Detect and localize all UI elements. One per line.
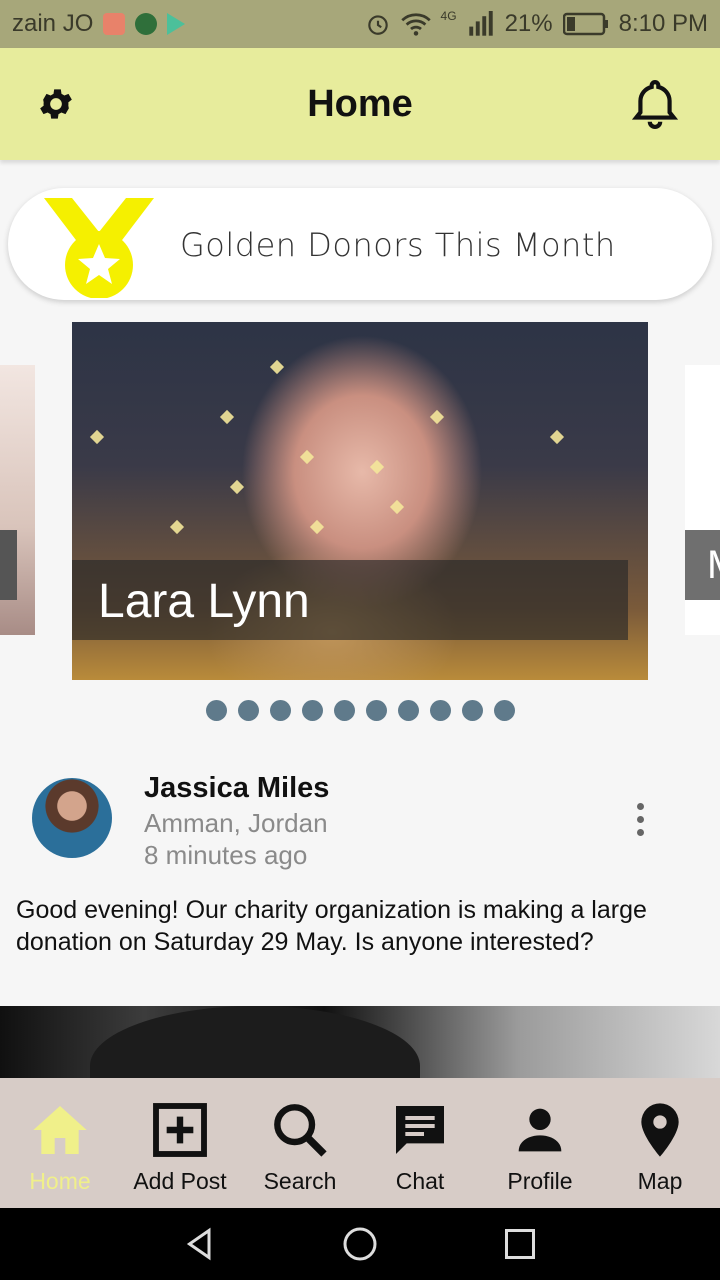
nav-search[interactable]: Search — [240, 1078, 360, 1208]
nav-map-label: Map — [637, 1168, 683, 1194]
nav-map[interactable]: Map — [600, 1078, 720, 1208]
map-pin-icon — [641, 1103, 679, 1157]
post-text: Good evening! Our charity organization i… — [16, 896, 647, 956]
carousel-indicator — [206, 700, 515, 721]
recent-apps-icon[interactable] — [502, 1226, 538, 1262]
nav-profile-label: Profile — [507, 1168, 573, 1194]
nav-profile[interactable]: Profile — [480, 1078, 600, 1208]
golden-donors-banner[interactable]: Golden Donors This Month — [8, 188, 712, 300]
mail-notification-icon — [103, 13, 126, 35]
carousel-card-next[interactable]: M — [685, 365, 720, 635]
nav-chat[interactable]: Chat — [360, 1078, 480, 1208]
donor-name-band: Lara Lynn — [72, 560, 628, 640]
carousel-dot[interactable] — [334, 700, 355, 721]
carousel-dot[interactable] — [238, 700, 259, 721]
home-circle-icon[interactable] — [342, 1226, 378, 1262]
notification-bell-icon[interactable] — [630, 76, 680, 132]
carousel-dot[interactable] — [206, 700, 227, 721]
alarm-icon — [367, 15, 388, 35]
play-store-icon — [167, 13, 186, 35]
battery-percent: 21% — [504, 10, 553, 37]
donor-name: Lara Lynn — [98, 575, 310, 628]
nav-add-post-label: Add Post — [133, 1168, 227, 1194]
home-icon — [33, 1106, 87, 1154]
carousel-dot[interactable] — [430, 700, 451, 721]
carousel-dot[interactable] — [494, 700, 515, 721]
app-notification-icon — [135, 13, 158, 35]
add-box-icon — [153, 1103, 207, 1157]
person-icon — [518, 1108, 562, 1152]
battery-icon — [562, 12, 608, 36]
nav-add-post[interactable]: Add Post — [120, 1078, 240, 1208]
carousel-dot[interactable] — [398, 700, 419, 721]
post-timestamp: 8 minutes ago — [144, 840, 308, 870]
carrier-label: zain JO — [12, 10, 94, 37]
medal-icon — [44, 198, 154, 298]
back-icon[interactable] — [182, 1226, 218, 1262]
carousel-card-previous[interactable] — [0, 365, 35, 635]
avatar[interactable] — [32, 778, 112, 858]
nav-search-label: Search — [263, 1168, 337, 1194]
next-donor-name: M — [685, 530, 720, 600]
carousel-dot[interactable] — [462, 700, 483, 721]
bottom-navigation: Home Add Post Search Chat Profile Map — [0, 1078, 720, 1208]
post-location: Amman, Jordan — [144, 808, 328, 838]
carousel-dot[interactable] — [302, 700, 323, 721]
network-type: 4G — [440, 9, 457, 23]
carousel-dot[interactable] — [270, 700, 291, 721]
nav-home[interactable]: Home — [0, 1078, 120, 1208]
nav-home-label: Home — [29, 1168, 91, 1194]
carousel-dot[interactable] — [366, 700, 387, 721]
signal-icon — [468, 11, 493, 36]
wifi-icon — [400, 13, 431, 36]
post-image[interactable] — [0, 1006, 720, 1126]
page-title: Home — [307, 82, 413, 125]
post-author[interactable]: Jassica Miles — [144, 772, 329, 805]
more-options-icon[interactable] — [628, 800, 652, 840]
carousel-card-current[interactable]: Lara Lynn — [72, 322, 648, 680]
clock: 8:10 PM — [618, 10, 708, 37]
app-bar: Home — [0, 48, 720, 160]
chat-icon — [396, 1106, 444, 1154]
search-icon — [274, 1104, 327, 1157]
system-navigation-bar — [0, 1208, 720, 1280]
golden-donors-label: Golden Donors This Month — [180, 226, 616, 264]
nav-chat-label: Chat — [395, 1168, 445, 1194]
status-bar: zain JO 4G 21% 8:10 PM — [0, 0, 720, 48]
